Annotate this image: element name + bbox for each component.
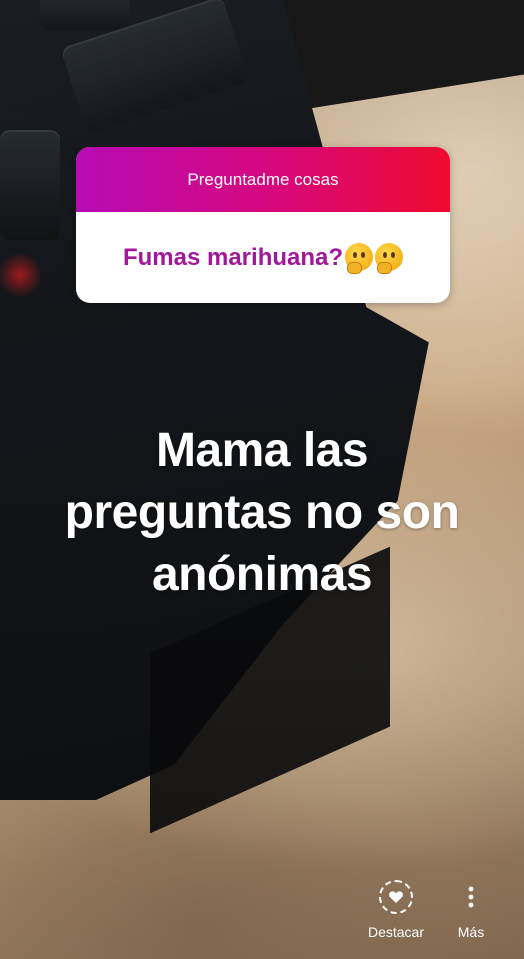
caption-line: anónimas xyxy=(151,548,373,601)
more-label: Más xyxy=(457,924,485,940)
highlight-label: Destacar xyxy=(367,924,425,940)
thinking-face-emoji-icon xyxy=(345,243,374,274)
story-view: Preguntadme cosas Fumas marihuana? Mama … xyxy=(0,0,524,959)
question-sticker-header: Preguntadme cosas xyxy=(76,147,450,212)
heart-circle-icon xyxy=(379,880,413,914)
vertical-dots-icon xyxy=(468,880,474,914)
caption-line: Mama las xyxy=(155,424,369,477)
story-caption: Mama las preguntas no son anónimas xyxy=(20,420,504,606)
question-sticker[interactable]: Preguntadme cosas Fumas marihuana? xyxy=(76,147,450,303)
more-button[interactable]: Más xyxy=(448,880,494,940)
caption-line: preguntas no son xyxy=(64,486,460,539)
question-sticker-body: Fumas marihuana? xyxy=(76,212,450,303)
highlight-button[interactable]: Destacar xyxy=(364,880,428,940)
question-text: Fumas marihuana? xyxy=(122,243,404,274)
question-sticker-title: Preguntadme cosas xyxy=(187,169,339,189)
question-text-label: Fumas marihuana? xyxy=(122,244,344,271)
thinking-face-emoji-icon xyxy=(375,243,404,274)
